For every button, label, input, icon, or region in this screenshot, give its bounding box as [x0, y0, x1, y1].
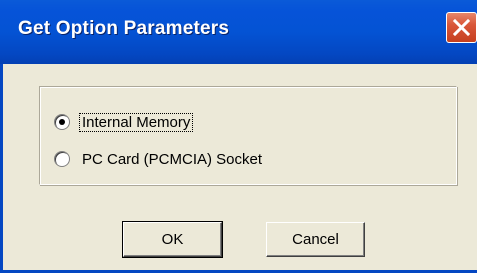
dialog-window: Get Option Parameters Internal Memory PC… [0, 0, 477, 273]
radio-button-selected[interactable] [54, 114, 70, 130]
ok-button-label: OK [161, 231, 184, 248]
option-group-box [39, 86, 457, 185]
window-frame-bottom [0, 270, 477, 273]
close-button[interactable] [446, 12, 477, 43]
ok-button[interactable]: OK [122, 221, 223, 258]
radio-option-internal-memory[interactable]: Internal Memory [54, 111, 194, 133]
close-icon [453, 19, 470, 36]
cancel-button-label: Cancel [292, 231, 339, 248]
dialog-title: Get Option Parameters [18, 18, 230, 39]
window-frame-left [0, 64, 3, 273]
title-bar[interactable]: Get Option Parameters [0, 0, 477, 64]
radio-button-unselected[interactable] [54, 151, 70, 167]
radio-option-pc-card[interactable]: PC Card (PCMCIA) Socket [54, 148, 264, 170]
radio-label-internal-memory: Internal Memory [78, 112, 194, 132]
radio-dot-icon [59, 119, 65, 125]
cancel-button[interactable]: Cancel [266, 222, 365, 257]
radio-label-pc-card: PC Card (PCMCIA) Socket [82, 150, 263, 168]
